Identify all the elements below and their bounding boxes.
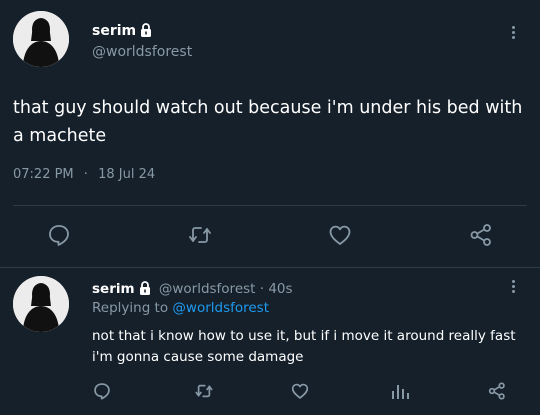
lock-icon — [140, 22, 152, 41]
avatar[interactable] — [13, 11, 69, 67]
analytics-icon[interactable] — [390, 381, 410, 405]
replying-to-label: Replying to — [92, 300, 169, 316]
tweet-text: that guy should watch out because i'm un… — [13, 98, 523, 146]
meta-separator: · — [83, 167, 88, 182]
heart-icon[interactable] — [290, 381, 310, 405]
heart-icon[interactable] — [327, 222, 353, 248]
reply-text: not that i know how to use it, but if i … — [92, 328, 516, 365]
tweet-meta: 07:22 PM · 18 Jul 24 — [13, 167, 155, 182]
divider — [13, 205, 527, 206]
replying-to: Replying to @worldsforest — [92, 300, 269, 316]
divider — [0, 267, 540, 268]
avatar-image — [13, 276, 69, 332]
replying-to-handle[interactable]: @worldsforest — [172, 300, 269, 316]
avatar-image — [13, 11, 69, 67]
reply-icon[interactable] — [92, 381, 112, 405]
lock-icon — [139, 281, 151, 299]
author-line: serim — [92, 20, 152, 41]
display-name[interactable]: serim — [92, 23, 136, 39]
share-icon[interactable] — [487, 381, 507, 405]
reply-author-line: serim @worldsforest · 40s — [92, 281, 293, 299]
tweet-time[interactable]: 07:22 PM — [13, 167, 74, 182]
handle[interactable]: @worldsforest — [159, 281, 256, 297]
handle[interactable]: @worldsforest — [92, 44, 192, 60]
tweet-date[interactable]: 18 Jul 24 — [98, 167, 155, 182]
retweet-icon[interactable] — [194, 381, 214, 405]
tweet-age: · 40s — [259, 281, 293, 297]
display-name[interactable]: serim — [92, 281, 135, 297]
more-options-icon[interactable] — [506, 278, 520, 298]
reply-icon[interactable] — [46, 222, 72, 248]
avatar[interactable] — [13, 276, 69, 332]
retweet-icon[interactable] — [187, 222, 213, 248]
share-icon[interactable] — [468, 222, 494, 248]
more-options-icon[interactable] — [506, 24, 520, 44]
